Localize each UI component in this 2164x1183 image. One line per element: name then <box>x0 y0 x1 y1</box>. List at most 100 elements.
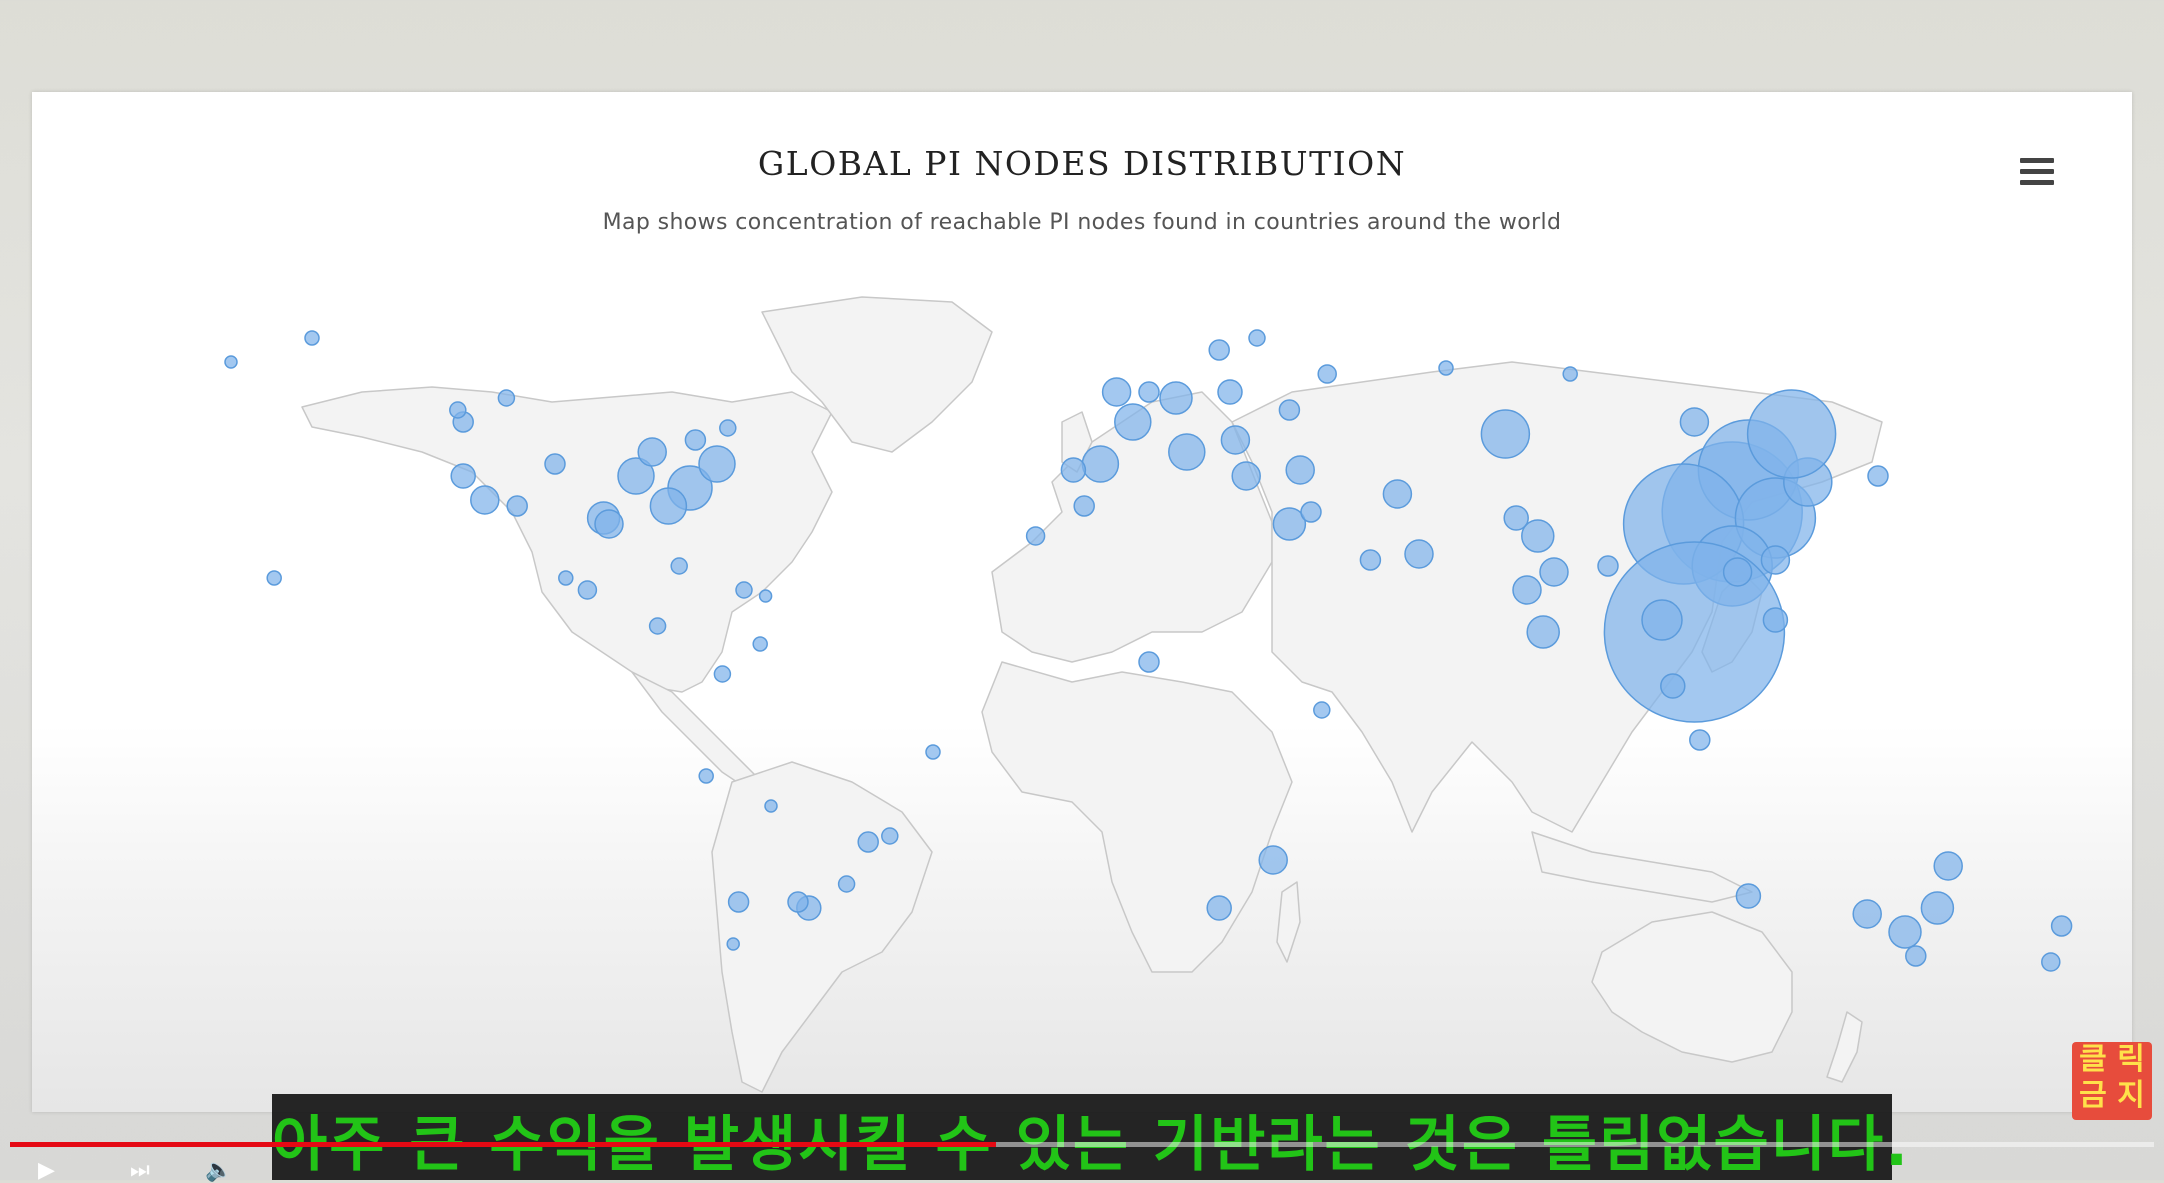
node-bubble-brazil[interactable] <box>881 827 899 845</box>
node-bubble-brazil[interactable] <box>925 744 941 760</box>
chart-card: GLOBAL PI NODES DISTRIBUTION Map shows c… <box>32 92 2132 1112</box>
node-bubble-portugal[interactable] <box>1060 457 1087 483</box>
central-america-shape <box>631 671 763 793</box>
node-bubble-balkans[interactable] <box>1220 425 1251 455</box>
node-bubble-scandinavia[interactable] <box>1208 339 1230 361</box>
node-bubble-usa-midwest[interactable] <box>637 437 667 467</box>
south-america-shape <box>711 761 933 1093</box>
node-bubble-spain[interactable] <box>1081 445 1120 483</box>
node-bubble-caribbean[interactable] <box>735 581 753 599</box>
node-bubble-usa-west[interactable] <box>450 463 476 489</box>
node-bubble-caribbean[interactable] <box>758 589 773 603</box>
node-bubble-nigeria[interactable] <box>1138 651 1160 673</box>
node-bubble-usa-mountain[interactable] <box>506 495 528 517</box>
node-bubble-canada[interactable] <box>449 401 467 419</box>
next-icon[interactable]: ⏭ <box>130 1158 150 1183</box>
node-bubble-brazil[interactable] <box>837 875 856 893</box>
node-bubble-mongolia[interactable] <box>1679 407 1710 437</box>
node-bubble-russia[interactable] <box>1438 360 1454 376</box>
play-icon[interactable]: ▶ <box>38 1158 55 1183</box>
node-bubble-israel[interactable] <box>1300 501 1322 523</box>
node-bubble-brazil[interactable] <box>857 831 879 853</box>
node-bubble-alaska[interactable] <box>304 330 320 346</box>
node-bubble-canada[interactable] <box>684 429 707 451</box>
node-bubble-canada[interactable] <box>719 419 737 437</box>
node-bubble-north-china[interactable] <box>1746 389 1837 479</box>
node-bubble-canary-islands[interactable] <box>1025 526 1046 546</box>
node-bubble-venezuela[interactable] <box>752 636 768 652</box>
node-bubble-iran[interactable] <box>1382 479 1413 509</box>
node-bubble-kenya[interactable] <box>1313 701 1331 719</box>
node-bubble-australia[interactable] <box>1888 915 1922 949</box>
madagascar-shape <box>1276 881 1301 963</box>
node-bubble-hong-kong[interactable] <box>1722 557 1753 587</box>
node-bubble-taiwan[interactable] <box>1760 545 1791 575</box>
node-bubble-indonesia[interactable] <box>1689 729 1711 751</box>
node-bubble-uae[interactable] <box>1404 539 1434 569</box>
node-bubble-india[interactable] <box>1521 519 1555 553</box>
southeast-asia-shape <box>1531 831 1753 903</box>
node-bubble-greece[interactable] <box>1231 461 1261 491</box>
node-bubble-bangladesh[interactable] <box>1597 555 1619 577</box>
node-bubble-hawaii[interactable] <box>266 570 282 586</box>
node-bubble-australia[interactable] <box>1920 891 1955 925</box>
node-bubble-mexico[interactable] <box>577 580 598 600</box>
node-bubble-colombia[interactable] <box>713 665 732 683</box>
node-bubble-philippines[interactable] <box>1762 607 1789 633</box>
australia-shape <box>1591 911 1793 1063</box>
world-map <box>224 296 2073 1093</box>
node-bubble-usa-south[interactable] <box>594 509 624 539</box>
node-bubble-saudi-arabia[interactable] <box>1359 549 1382 571</box>
node-bubble-australia[interactable] <box>1852 899 1882 929</box>
node-bubble-finland[interactable] <box>1248 329 1266 347</box>
node-bubble-chile[interactable] <box>726 937 740 951</box>
badge-line-2: 금 지 <box>2079 1078 2145 1113</box>
node-bubble-chile[interactable] <box>727 891 750 913</box>
node-bubble-canada[interactable] <box>497 389 516 407</box>
node-bubble-russia[interactable] <box>1317 364 1337 384</box>
video-controls: ▶ ⏭ 🔈 <box>0 1150 2164 1183</box>
node-bubble-mexico[interactable] <box>558 570 574 586</box>
node-bubble-alaska[interactable] <box>224 355 238 369</box>
node-bubble-tasmania[interactable] <box>1905 945 1927 967</box>
node-bubble-new-zealand[interactable] <box>2041 952 2061 972</box>
video-progress-bar[interactable] <box>10 1142 2154 1147</box>
node-bubble-usa-west[interactable] <box>470 485 500 515</box>
volume-icon[interactable]: 🔈 <box>205 1158 232 1183</box>
badge-line-1: 클 릭 <box>2079 1042 2145 1077</box>
node-bubble-italy[interactable] <box>1168 433 1206 471</box>
node-bubble-netherlands[interactable] <box>1138 381 1160 403</box>
node-bubble-usa-mountain[interactable] <box>544 453 566 475</box>
node-bubble-peru[interactable] <box>698 768 714 784</box>
node-bubble-russia[interactable] <box>1562 366 1578 382</box>
node-bubble-ukraine[interactable] <box>1278 399 1301 421</box>
africa-shape <box>981 661 1293 973</box>
node-bubble-bolivia[interactable] <box>764 799 778 813</box>
node-bubble-uk[interactable] <box>1101 377 1132 407</box>
node-bubble-india[interactable] <box>1526 615 1560 649</box>
node-bubble-usa-east[interactable] <box>698 445 736 483</box>
node-bubble-poland[interactable] <box>1217 379 1243 405</box>
node-bubble-australia[interactable] <box>1933 851 1963 881</box>
node-bubble-south-africa[interactable] <box>1258 845 1288 875</box>
node-bubble-thailand[interactable] <box>1641 599 1683 641</box>
no-click-badge: 클 릭 금 지 <box>2072 1042 2152 1120</box>
node-bubble-usa-east[interactable] <box>649 487 688 525</box>
node-bubble-india[interactable] <box>1512 575 1542 605</box>
node-bubble-france[interactable] <box>1114 403 1152 441</box>
node-bubble-argentina[interactable] <box>787 891 809 913</box>
node-bubble-turkey[interactable] <box>1285 455 1315 485</box>
node-bubble-cuba[interactable] <box>670 557 688 575</box>
node-bubble-south-africa[interactable] <box>1206 895 1232 921</box>
node-bubble-germany[interactable] <box>1159 381 1193 415</box>
node-bubble-australia[interactable] <box>1735 883 1762 909</box>
node-bubble-malaysia[interactable] <box>1660 673 1686 699</box>
node-bubble-kazakhstan[interactable] <box>1480 409 1531 459</box>
video-progress-fill <box>10 1142 997 1147</box>
node-bubble-india[interactable] <box>1539 557 1569 587</box>
node-bubble-japan[interactable] <box>1867 465 1889 487</box>
node-bubble-vietnam[interactable] <box>1603 541 1786 723</box>
node-bubble-central-america[interactable] <box>648 617 667 635</box>
node-bubble-new-zealand[interactable] <box>2050 915 2073 937</box>
node-bubble-morocco[interactable] <box>1073 495 1095 517</box>
